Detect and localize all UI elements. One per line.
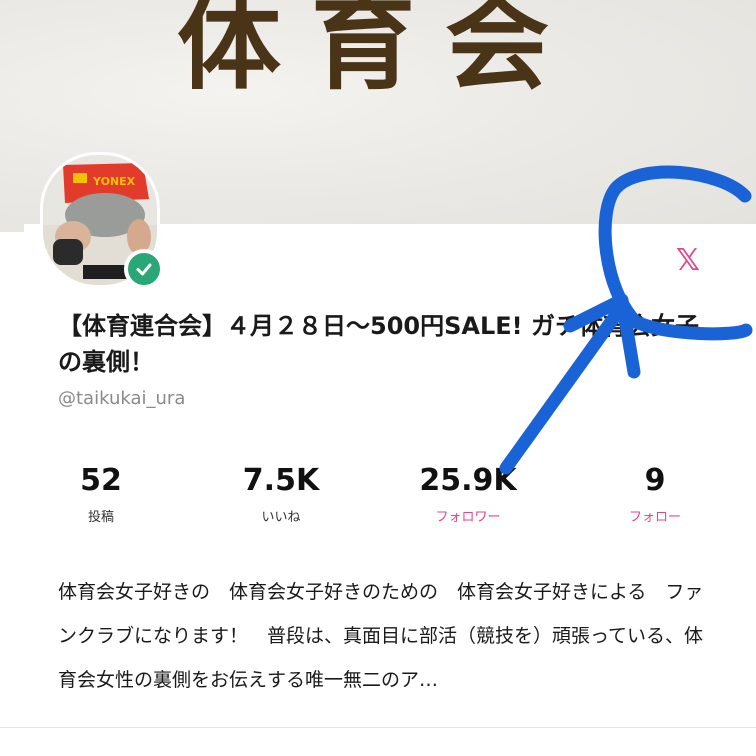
stats-row: 52 投稿 7.5K いいね 25.9K フォロワー 9 フォロー — [0, 458, 756, 538]
stat-following[interactable]: 9 フォロー — [580, 458, 730, 525]
divider — [0, 727, 756, 728]
stat-count: 7.5K — [242, 463, 320, 498]
profile-name: 【体育連合会】４月２８日〜500円SALE! ガチ体育会女子の裏側！ — [58, 312, 699, 376]
stat-label: フォロワー — [435, 510, 501, 525]
x-icon[interactable]: 𝕏 — [666, 240, 710, 280]
stat-posts[interactable]: 52 投稿 — [26, 458, 176, 525]
verified-icon — [124, 249, 164, 289]
stat-likes[interactable]: 7.5K いいね — [206, 458, 356, 525]
stat-count: 9 — [644, 463, 666, 498]
profile-handle: @taikukai_ura — [58, 388, 186, 409]
stat-label: いいね — [261, 510, 301, 525]
stat-label: フォロー — [628, 510, 681, 525]
stat-followers[interactable]: 25.9K フォロワー — [393, 458, 543, 525]
avatar-shirt-text: YONEX — [92, 175, 136, 188]
stat-count: 25.9K — [419, 463, 517, 498]
banner-title: 体育会 — [176, 0, 579, 104]
stat-count: 52 — [80, 463, 122, 498]
profile-bio: 体育会女子好きの 体育会女子好きのための 体育会女子好きによる ファンクラブにな… — [58, 581, 704, 691]
stat-label: 投稿 — [87, 510, 114, 525]
